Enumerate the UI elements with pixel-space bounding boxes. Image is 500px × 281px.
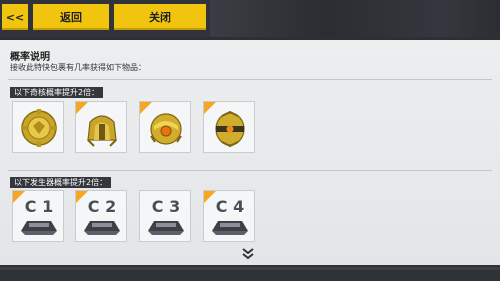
core-item-2[interactable] — [75, 101, 127, 153]
helmet-core-icon — [87, 115, 117, 147]
generator-label: C 2 — [87, 197, 117, 216]
back-arrow-button[interactable]: << — [2, 4, 28, 30]
generator-label: C 3 — [151, 197, 181, 216]
generator-c2[interactable]: C 2 — [75, 190, 127, 242]
description-text: 接收此特快包裹有几率获得如下物品： — [10, 63, 146, 72]
section-label-cores: 以下奇核概率提升2倍： — [10, 87, 104, 98]
generator-c1[interactable]: C 1 — [12, 190, 64, 242]
orb-core-icon — [150, 113, 182, 145]
generator-label: C 4 — [215, 197, 245, 216]
capsule-core-icon — [215, 110, 245, 148]
divider — [8, 79, 492, 80]
bottom-bar — [0, 265, 500, 281]
scroll-down-icon[interactable] — [240, 247, 256, 261]
bottom-strip — [0, 267, 500, 270]
section-label-generators: 以下发生器概率提升2倍： — [10, 177, 112, 188]
round-core-icon — [21, 109, 57, 147]
top-bar: << 返回 关闭 — [0, 0, 500, 37]
core-item-1[interactable] — [12, 101, 64, 153]
core-item-3[interactable] — [139, 101, 191, 153]
divider — [8, 170, 492, 171]
close-button[interactable]: 关闭 — [114, 4, 206, 30]
probability-panel: 概率说明 接收此特快包裹有几率获得如下物品： 以下奇核概率提升2倍： 以下发生器… — [0, 40, 500, 265]
background-scene — [210, 0, 500, 37]
generator-c4[interactable]: C 4 — [203, 190, 255, 242]
generator-label: C 1 — [24, 197, 54, 216]
core-item-4[interactable] — [203, 101, 255, 153]
page-title: 概率说明 — [10, 52, 50, 63]
back-button[interactable]: 返回 — [33, 4, 109, 30]
generator-c3[interactable]: C 3 — [139, 190, 191, 242]
